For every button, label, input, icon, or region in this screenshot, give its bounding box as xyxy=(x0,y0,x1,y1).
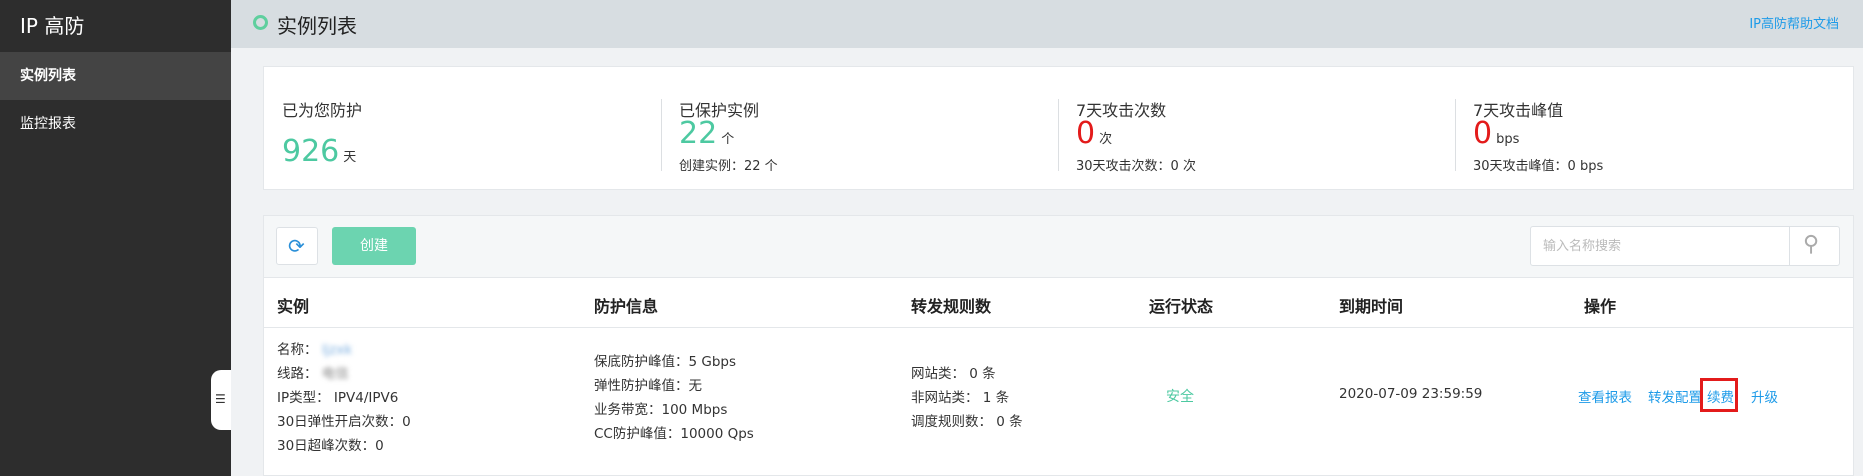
sidebar-item-instance-list[interactable]: 实例列表 xyxy=(0,52,231,100)
instance-name-link[interactable]: ljzxk xyxy=(322,342,352,358)
collapse-icon: ☰ xyxy=(215,392,226,406)
stat-value: 22 xyxy=(679,116,718,151)
status-badge: 安全 xyxy=(1166,389,1194,405)
sidebar-item-monitor-report[interactable]: 监控报表 xyxy=(0,100,231,148)
stat-sub: 创建实例：22 个 xyxy=(679,159,778,174)
rules-schedule: 调度规则数： 0 条 xyxy=(911,414,1023,430)
sidebar: IP 高防 实例列表 监控报表 ☰ xyxy=(0,0,231,476)
stat-sub: 30天攻击峰值：0 bps xyxy=(1473,159,1604,174)
stat-protected-instances: 已保护实例 22 个 创建实例：22 个 xyxy=(661,67,1058,191)
page-header: 实例列表 IP高防帮助文档 xyxy=(231,0,1863,48)
protection-bandwidth: 业务带宽：100 Mbps xyxy=(594,402,728,418)
stat-value: 0 xyxy=(1076,116,1096,151)
help-doc-link[interactable]: IP高防帮助文档 xyxy=(1749,13,1839,32)
stat-unit: 天 xyxy=(343,150,357,165)
stat-unit: 次 xyxy=(1099,132,1113,147)
protection-cc-peak: CC防护峰值：10000 Qps xyxy=(594,426,754,442)
search-button[interactable]: ⚲ xyxy=(1789,227,1839,265)
refresh-button[interactable]: ⟳ xyxy=(276,227,318,265)
rules-website: 网站类： 0 条 xyxy=(911,366,996,382)
stat-attack-peak: 7天攻击峰值 0 bps 30天攻击峰值：0 bps xyxy=(1455,67,1852,191)
app-title: IP 高防 xyxy=(20,14,85,38)
col-rules: 转发规则数 xyxy=(911,297,992,316)
instance-line: 线路： 电信 xyxy=(277,366,349,382)
expire-time: 2020-07-09 23:59:59 xyxy=(1339,386,1483,402)
stat-attack-count: 7天攻击次数 0次 30天攻击次数：0 次 xyxy=(1058,67,1455,191)
rules-non-website: 非网站类： 1 条 xyxy=(911,390,1010,406)
col-protection: 防护信息 xyxy=(594,297,659,316)
stat-value: 926 xyxy=(282,134,340,169)
col-expire: 到期时间 xyxy=(1339,297,1404,316)
stat-label: 已为您防护 xyxy=(282,101,363,120)
stat-unit: 个 xyxy=(721,132,735,147)
search-box: ⚲ xyxy=(1530,226,1840,266)
toolbar: ⟳ 创建 ⚲ xyxy=(264,216,1853,278)
table-header: 实例 防护信息 转发规则数 运行状态 到期时间 操作 xyxy=(264,278,1853,328)
page-title: 实例列表 xyxy=(277,14,357,38)
title-dot-icon xyxy=(253,15,268,30)
protection-base-peak: 保底防护峰值：5 Gbps xyxy=(594,354,737,370)
instance-table-panel: ⟳ 创建 ⚲ 实例 防护信息 转发规则数 运行状态 到期时间 操作 名称： lj… xyxy=(263,215,1854,476)
col-instance: 实例 xyxy=(277,297,310,316)
stat-unit: bps xyxy=(1496,132,1520,147)
search-input[interactable] xyxy=(1531,227,1789,265)
sidebar-collapse-toggle[interactable]: ☰ xyxy=(211,370,231,430)
col-status: 运行状态 xyxy=(1149,297,1214,316)
stat-protected-days: 已为您防护 926 天 xyxy=(264,67,661,191)
col-actions: 操作 xyxy=(1584,297,1617,316)
table-row: 名称： ljzxk 线路： 电信 IP类型： IPV4/IPV6 30日弹性开启… xyxy=(264,328,1853,476)
instance-elastic-count: 30日弹性开启次数：0 xyxy=(277,414,411,430)
create-button[interactable]: 创建 xyxy=(332,227,416,265)
instance-name: 名称： ljzxk xyxy=(277,342,353,358)
forward-config-link[interactable]: 转发配置 xyxy=(1648,386,1702,406)
renew-highlight-box xyxy=(1700,378,1738,412)
stat-sub: 30天攻击次数：0 次 xyxy=(1076,159,1196,174)
refresh-icon: ⟳ xyxy=(288,234,305,258)
view-report-link[interactable]: 查看报表 xyxy=(1578,386,1632,406)
stat-value: 0 xyxy=(1473,116,1493,151)
search-icon: ⚲ xyxy=(1803,232,1820,257)
protection-elastic-peak: 弹性防护峰值：无 xyxy=(594,378,702,394)
upgrade-link[interactable]: 升级 xyxy=(1751,386,1778,406)
stats-panel: 已为您防护 926 天 已保护实例 22 个 创建实例：22 个 7天攻击次数 0次… xyxy=(263,66,1854,190)
instance-ip-type: IP类型： IPV4/IPV6 xyxy=(277,390,399,406)
instance-overpeak-count: 30日超峰次数：0 xyxy=(277,438,384,454)
